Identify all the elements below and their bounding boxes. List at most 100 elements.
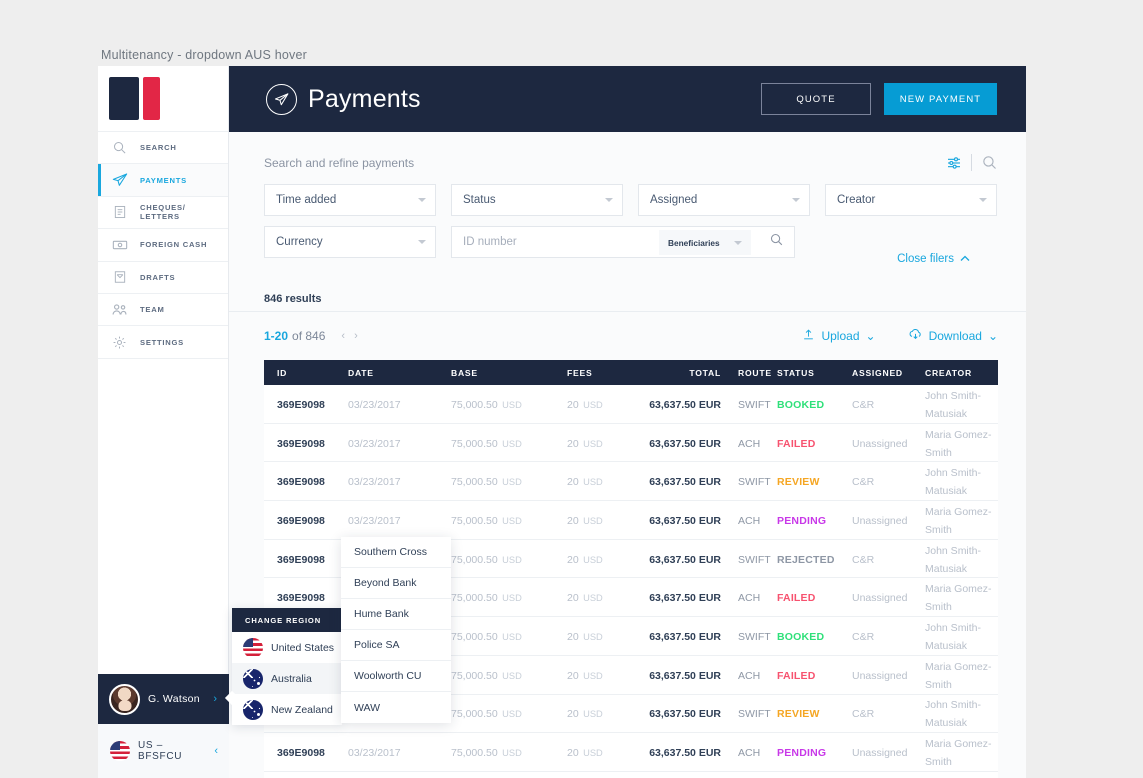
column-header-status[interactable]: STATUS xyxy=(777,368,852,378)
sidebar-item-foreign-cash[interactable]: FOREIGN CASH xyxy=(98,229,228,262)
cell-assigned: C&R xyxy=(852,476,875,489)
cell-base: 75,000.50 xyxy=(451,553,498,566)
filter-assigned[interactable]: Assigned xyxy=(638,184,810,216)
cell-id: 369E9098 xyxy=(277,553,325,566)
column-header-total[interactable]: TOTAL xyxy=(629,368,721,378)
cell-total: 63,637.50 EUR xyxy=(649,592,721,605)
filter-creator[interactable]: Creator xyxy=(825,184,997,216)
region-option-label: New Zealand xyxy=(271,703,333,716)
new-payment-button[interactable]: NEW PAYMENT xyxy=(884,83,997,115)
table-row[interactable]: 369E909803/23/201775,000.50 USD20 USD63,… xyxy=(264,771,998,778)
cell-base-currency: USD xyxy=(502,670,522,681)
column-header-id[interactable]: ID xyxy=(264,368,348,378)
filter-status[interactable]: Status xyxy=(451,184,623,216)
bank-option[interactable]: Beyond Bank xyxy=(341,568,451,599)
table-row[interactable]: 369E909803/23/201775,000.50 USD20 USD63,… xyxy=(264,423,998,463)
region-selector[interactable]: US – BFSFCU ‹ xyxy=(98,724,229,778)
region-option-australia[interactable]: Australia xyxy=(232,663,342,694)
status-badge: REVIEW xyxy=(777,476,820,489)
cell-fees-currency: USD xyxy=(583,593,603,604)
cell-total: 63,637.50 EUR xyxy=(649,398,721,411)
column-header-route[interactable]: ROUTE xyxy=(721,368,777,378)
cell-creator: John Smith-Matusiak xyxy=(925,699,982,730)
pagination-next-button[interactable]: › xyxy=(354,330,358,342)
logo-navy-block xyxy=(109,77,139,120)
column-header-base[interactable]: BASE xyxy=(451,368,567,378)
id-search-box: Beneficiaries xyxy=(451,226,795,258)
cell-fees: 20 xyxy=(567,592,579,605)
table-row[interactable]: 369E909803/23/201775,000.50 USD20 USD63,… xyxy=(264,501,998,540)
status-badge: BOOKED xyxy=(777,398,825,411)
bank-option[interactable]: Hume Bank xyxy=(341,599,451,630)
sidebar-item-team[interactable]: TEAM xyxy=(98,293,228,327)
filter-sliders-icon[interactable] xyxy=(946,155,962,171)
beneficiaries-select[interactable]: Beneficiaries xyxy=(659,230,751,255)
cell-fees-currency: USD xyxy=(583,399,603,410)
cell-fees: 20 xyxy=(567,747,579,760)
sidebar-item-cheques-letters[interactable]: CHEQUES/ LETTERS xyxy=(98,196,228,230)
cell-id: 369E9098 xyxy=(277,592,325,605)
cell-fees: 20 xyxy=(567,437,579,450)
region-option-new-zealand[interactable]: New Zealand xyxy=(232,694,342,725)
sidebar-item-search[interactable]: SEARCH xyxy=(98,132,228,165)
filter-label: Status xyxy=(463,194,496,206)
table-row[interactable]: 369E909803/23/201775,000.50 USD20 USD63,… xyxy=(264,462,998,502)
app-logo[interactable] xyxy=(98,66,228,131)
bank-option[interactable]: WAW xyxy=(341,692,451,723)
cell-assigned: Unassigned xyxy=(852,669,908,682)
cell-fees: 20 xyxy=(567,669,579,682)
column-header-date[interactable]: DATE xyxy=(348,368,451,378)
cell-fees-currency: USD xyxy=(583,709,603,720)
filter-currency[interactable]: Currency xyxy=(264,226,436,258)
cell-fees: 20 xyxy=(567,630,579,643)
search-icon[interactable] xyxy=(981,154,998,171)
pagination-prev-button[interactable]: ‹ xyxy=(341,330,345,342)
table-row[interactable]: 369E909803/23/201775,000.50 USD20 USD63,… xyxy=(264,733,998,772)
download-button[interactable]: Download ⌄ xyxy=(908,327,998,345)
upload-button[interactable]: Upload ⌄ xyxy=(802,328,876,344)
close-filters-button[interactable]: Close filers xyxy=(897,253,970,265)
cell-base-currency: USD xyxy=(502,477,522,488)
search-submit-icon[interactable] xyxy=(769,232,784,252)
sidebar-item-drafts[interactable]: DRAFTS xyxy=(98,261,228,294)
filter-row-primary: Time added Status Assigned Creator xyxy=(264,184,998,216)
column-header-fees[interactable]: FEES xyxy=(567,368,629,378)
user-profile-card[interactable]: G. Watson › xyxy=(98,674,229,724)
bank-option[interactable]: Southern Cross xyxy=(341,537,451,568)
search-icon xyxy=(111,139,128,156)
screen-caption: Multitenancy - dropdown AUS hover xyxy=(101,48,308,62)
cell-fees: 20 xyxy=(567,514,579,527)
download-label: Download xyxy=(928,329,982,343)
cell-base: 75,000.50 xyxy=(451,398,498,411)
cell-total: 63,637.50 EUR xyxy=(649,514,721,527)
cell-id: 369E9098 xyxy=(277,476,325,489)
id-number-input[interactable] xyxy=(463,236,643,248)
cell-assigned: C&R xyxy=(852,553,875,566)
chevron-down-icon xyxy=(979,198,987,202)
cell-base-currency: USD xyxy=(502,631,522,642)
cell-fees-currency: USD xyxy=(583,748,603,759)
column-header-assigned[interactable]: ASSIGNED xyxy=(852,368,925,378)
quote-button[interactable]: QUOTE xyxy=(761,83,871,115)
filter-row-secondary: Currency Beneficiaries xyxy=(264,226,998,268)
cell-total: 63,637.50 EUR xyxy=(649,669,721,682)
cell-fees: 20 xyxy=(567,476,579,489)
filter-label: Creator xyxy=(837,194,876,206)
filter-time-added[interactable]: Time added xyxy=(264,184,436,216)
cell-route: ACH xyxy=(738,669,761,682)
cell-base: 75,000.50 xyxy=(451,669,498,682)
cell-route: ACH xyxy=(738,592,761,605)
column-header-creator[interactable]: CREATOR xyxy=(925,368,998,378)
status-badge: REJECTED xyxy=(777,553,835,566)
status-badge: REVIEW xyxy=(777,708,820,721)
cell-base: 75,000.50 xyxy=(451,708,498,721)
chevron-down-icon xyxy=(734,240,742,245)
region-option-united-states[interactable]: United States xyxy=(232,632,342,663)
cell-total: 63,637.50 EUR xyxy=(649,437,721,450)
table-row[interactable]: 369E909803/23/201775,000.50 USD20 USD63,… xyxy=(264,385,998,424)
sidebar-item-payments[interactable]: PAYMENTS xyxy=(98,164,228,197)
sidebar-item-settings[interactable]: SETTINGS xyxy=(98,326,228,359)
toolbar-divider xyxy=(971,154,972,171)
bank-option[interactable]: Police SA xyxy=(341,630,451,661)
bank-option[interactable]: Woolworth CU xyxy=(341,661,451,692)
